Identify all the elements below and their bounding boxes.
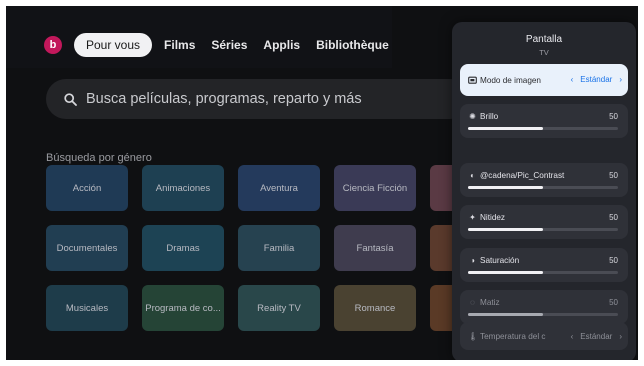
slider-setting[interactable]: ✺ Brillo 50 <box>460 104 628 138</box>
color-temperature-selector[interactable]: ‹ Estándar › <box>571 332 622 341</box>
brightness-icon: ✺ <box>469 112 476 121</box>
slider-track[interactable] <box>468 313 618 316</box>
slider-fill <box>468 271 543 274</box>
slider-label: Saturación <box>480 256 520 265</box>
picture-mode-setting[interactable]: Modo de imagen ‹ Estándar › <box>460 64 628 96</box>
saturation-icon: ◑ <box>470 256 475 265</box>
tab-series[interactable]: Séries <box>203 33 255 57</box>
slider-label: Matiz <box>480 298 500 307</box>
genre-tile[interactable]: Fantasía <box>334 225 416 271</box>
search-placeholder: Busca películas, programas, reparto y má… <box>86 91 362 107</box>
genre-tile[interactable]: Romance <box>334 285 416 331</box>
tab-films[interactable]: Films <box>156 33 203 57</box>
slider-track[interactable] <box>468 228 618 231</box>
tab-applis[interactable]: Applis <box>255 33 308 57</box>
slider-fill <box>468 313 543 316</box>
slider-track[interactable] <box>468 271 618 274</box>
genre-section-title: Búsqueda por género <box>46 152 152 164</box>
tint-icon: ◌ <box>470 298 475 307</box>
slider-setting[interactable]: ✦ Nitidez 50 <box>460 205 628 239</box>
slider-fill <box>468 186 543 189</box>
genre-tile[interactable]: Aventura <box>238 165 320 211</box>
genre-tile[interactable]: Dramas <box>142 225 224 271</box>
color-temperature-label: Temperatura del c <box>480 332 546 341</box>
slider-setting[interactable]: ◑ Saturación 50 <box>460 248 628 282</box>
slider-fill <box>468 127 543 130</box>
search-bar[interactable]: Busca películas, programas, reparto y má… <box>46 79 470 119</box>
tab-bibliotheque[interactable]: Bibliothèque <box>308 33 397 57</box>
slider-fill <box>468 228 543 231</box>
genre-tile[interactable]: Familia <box>238 225 320 271</box>
slider-value: 50 <box>609 298 618 307</box>
slider-value: 50 <box>609 256 618 265</box>
picture-mode-label: Modo de imagen <box>480 76 541 85</box>
slider-value: 50 <box>609 171 618 180</box>
panel-subtitle: TV <box>539 48 549 57</box>
slider-setting[interactable]: ◌ Matiz 50 <box>460 290 628 324</box>
genre-tile[interactable]: Musicales <box>46 285 128 331</box>
picture-mode-value: Estándar <box>580 75 613 84</box>
slider-setting[interactable]: ◐ @cadena/Pic_Contrast 50 <box>460 163 628 197</box>
slider-track[interactable] <box>468 186 618 189</box>
chevron-right-icon[interactable]: › <box>619 75 622 84</box>
slider-value: 50 <box>609 213 618 222</box>
genre-tile[interactable]: Documentales <box>46 225 128 271</box>
contrast-icon: ◐ <box>470 171 475 180</box>
panel-title: Pantalla <box>525 34 563 45</box>
sharpness-icon: ✦ <box>469 213 476 222</box>
picture-mode-icon <box>468 76 477 85</box>
genre-tile[interactable]: Reality TV <box>238 285 320 331</box>
nav-tabs: Pour vous Films Séries Applis Bibliothèq… <box>74 33 397 57</box>
color-temperature-value: Estándar <box>580 332 613 341</box>
thermometer-icon: 🌡︎ <box>468 332 479 341</box>
genre-tile[interactable]: Acción <box>46 165 128 211</box>
slider-value: 50 <box>609 112 618 121</box>
genre-tile[interactable]: Ciencia Ficción <box>334 165 416 211</box>
slider-label: Brillo <box>480 112 499 121</box>
genre-tile[interactable]: Animaciones <box>142 165 224 211</box>
tab-pour-vous[interactable]: Pour vous <box>74 33 153 57</box>
chevron-left-icon[interactable]: ‹ <box>571 75 574 84</box>
slider-label: Nitidez <box>480 213 506 222</box>
slider-track[interactable] <box>468 127 618 130</box>
chevron-right-icon[interactable]: › <box>619 332 622 341</box>
picture-mode-selector[interactable]: ‹ Estándar › <box>571 75 622 84</box>
profile-avatar[interactable]: b <box>44 36 62 54</box>
tv-screen: b Pour vous Films Séries Applis Biblioth… <box>6 6 638 360</box>
search-icon <box>64 92 77 106</box>
display-settings-panel: Pantalla TV Modo de imagen ‹ Estándar › … <box>452 22 636 360</box>
chevron-left-icon[interactable]: ‹ <box>571 332 574 341</box>
slider-label: @cadena/Pic_Contrast <box>480 171 565 180</box>
color-temperature-setting[interactable]: 🌡︎ Temperatura del c ‹ Estándar › <box>460 322 628 350</box>
genre-tile[interactable]: Programa de co... <box>142 285 224 331</box>
